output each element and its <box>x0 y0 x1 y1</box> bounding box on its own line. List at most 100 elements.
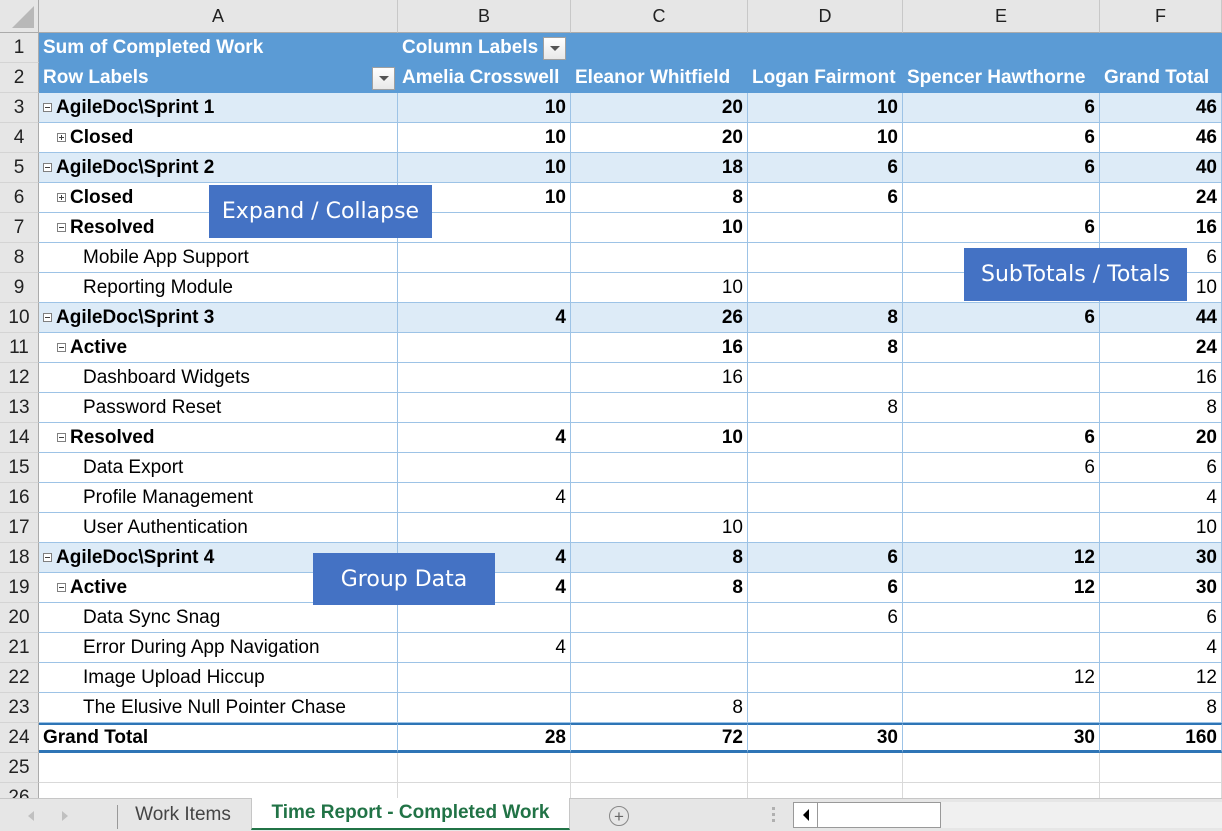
empty-cell[interactable] <box>398 783 571 798</box>
value-cell[interactable] <box>748 513 903 543</box>
value-cell[interactable]: 4 <box>398 483 571 513</box>
value-cell[interactable]: 10 <box>1100 513 1222 543</box>
value-cell[interactable] <box>748 453 903 483</box>
value-cell[interactable] <box>903 603 1100 633</box>
value-cell[interactable]: 10 <box>748 93 903 123</box>
value-cell[interactable]: 16 <box>1100 363 1222 393</box>
value-cell[interactable] <box>903 633 1100 663</box>
empty-cell[interactable] <box>748 783 903 798</box>
select-all-corner[interactable] <box>0 0 39 33</box>
value-cell[interactable]: 8 <box>571 573 748 603</box>
row-header[interactable]: 15 <box>0 453 39 483</box>
empty-cell[interactable] <box>748 753 903 783</box>
value-cell[interactable]: 6 <box>1100 603 1222 633</box>
empty-cell[interactable] <box>1100 783 1222 798</box>
column-header-3[interactable]: Spencer Hawthorne <box>903 63 1100 93</box>
collapse-icon[interactable] <box>43 163 52 172</box>
collapse-icon[interactable] <box>57 343 66 352</box>
value-cell[interactable]: 12 <box>903 663 1100 693</box>
value-cell[interactable]: 6 <box>903 123 1100 153</box>
row-label[interactable]: Error During App Navigation <box>39 633 398 663</box>
column-header[interactable]: D <box>748 0 903 33</box>
row-labels-caption[interactable]: Row Labels <box>39 63 398 93</box>
value-cell[interactable]: 10 <box>398 153 571 183</box>
row-label[interactable]: AgileDoc\Sprint 2 <box>39 153 398 183</box>
column-header[interactable]: C <box>571 0 748 33</box>
value-cell[interactable]: 10 <box>748 123 903 153</box>
value-cell[interactable] <box>903 393 1100 423</box>
value-cell[interactable] <box>571 453 748 483</box>
row-label[interactable]: Data Sync Snag <box>39 603 398 633</box>
value-cell[interactable]: 6 <box>748 183 903 213</box>
value-cell[interactable]: 8 <box>748 333 903 363</box>
row-header[interactable]: 5 <box>0 153 39 183</box>
column-header[interactable]: A <box>39 0 398 33</box>
empty-cell[interactable] <box>398 753 571 783</box>
value-field-label[interactable]: Sum of Completed Work <box>39 33 398 63</box>
row-label[interactable]: Data Export <box>39 453 398 483</box>
value-cell[interactable] <box>748 363 903 393</box>
value-cell[interactable]: 20 <box>1100 423 1222 453</box>
value-cell[interactable] <box>398 393 571 423</box>
value-cell[interactable] <box>748 243 903 273</box>
row-label[interactable]: The Elusive Null Pointer Chase <box>39 693 398 723</box>
value-cell[interactable]: 8 <box>571 543 748 573</box>
empty-cell[interactable] <box>903 783 1100 798</box>
value-cell[interactable] <box>903 513 1100 543</box>
row-header[interactable]: 12 <box>0 363 39 393</box>
value-cell[interactable]: 6 <box>903 303 1100 333</box>
column-header-1[interactable]: Eleanor Whitfield <box>571 63 748 93</box>
value-cell[interactable] <box>398 663 571 693</box>
value-cell[interactable]: 8 <box>748 393 903 423</box>
row-header[interactable]: 26 <box>0 783 39 798</box>
tab-splitter-handle[interactable] <box>772 807 775 825</box>
scroll-tabs-left-icon[interactable] <box>28 811 34 821</box>
row-header[interactable]: 25 <box>0 753 39 783</box>
row-header[interactable]: 13 <box>0 393 39 423</box>
value-cell[interactable] <box>571 663 748 693</box>
row-header[interactable]: 16 <box>0 483 39 513</box>
value-cell[interactable]: 16 <box>571 333 748 363</box>
value-cell[interactable]: 18 <box>571 153 748 183</box>
row-label[interactable]: AgileDoc\Sprint 1 <box>39 93 398 123</box>
row-labels-filter-dropdown[interactable] <box>372 67 395 90</box>
empty-cell[interactable] <box>1100 753 1222 783</box>
empty-cell[interactable] <box>571 783 748 798</box>
horizontal-scrollbar[interactable] <box>793 802 941 828</box>
value-cell[interactable] <box>398 363 571 393</box>
row-header[interactable]: 19 <box>0 573 39 603</box>
value-cell[interactable] <box>571 633 748 663</box>
value-cell[interactable]: 10 <box>398 93 571 123</box>
row-header[interactable]: 2 <box>0 63 39 93</box>
row-label[interactable]: Mobile App Support <box>39 243 398 273</box>
value-cell[interactable]: 40 <box>1100 153 1222 183</box>
row-header[interactable]: 9 <box>0 273 39 303</box>
value-cell[interactable]: 8 <box>571 693 748 723</box>
row-header[interactable]: 22 <box>0 663 39 693</box>
row-header[interactable]: 11 <box>0 333 39 363</box>
row-header[interactable]: 14 <box>0 423 39 453</box>
grand-total-value[interactable]: 72 <box>571 723 748 753</box>
value-cell[interactable]: 8 <box>571 183 748 213</box>
scroll-tabs-right-icon[interactable] <box>62 811 68 821</box>
value-cell[interactable]: 20 <box>571 93 748 123</box>
row-label[interactable]: Resolved <box>39 423 398 453</box>
value-cell[interactable] <box>398 333 571 363</box>
value-cell[interactable]: 6 <box>903 423 1100 453</box>
value-cell[interactable]: 10 <box>571 513 748 543</box>
column-header[interactable]: E <box>903 0 1100 33</box>
expand-icon[interactable] <box>57 193 66 202</box>
row-label[interactable]: AgileDoc\Sprint 3 <box>39 303 398 333</box>
grand-total-label[interactable]: Grand Total <box>39 723 398 753</box>
value-cell[interactable] <box>398 693 571 723</box>
empty-cell[interactable] <box>903 753 1100 783</box>
row-label[interactable]: Image Upload Hiccup <box>39 663 398 693</box>
row-label[interactable]: Active <box>39 333 398 363</box>
value-cell[interactable]: 24 <box>1100 333 1222 363</box>
collapse-icon[interactable] <box>57 223 66 232</box>
value-cell[interactable]: 30 <box>1100 543 1222 573</box>
value-cell[interactable]: 20 <box>571 123 748 153</box>
value-cell[interactable] <box>398 603 571 633</box>
column-labels-filter-dropdown[interactable] <box>543 37 566 60</box>
value-cell[interactable]: 24 <box>1100 183 1222 213</box>
